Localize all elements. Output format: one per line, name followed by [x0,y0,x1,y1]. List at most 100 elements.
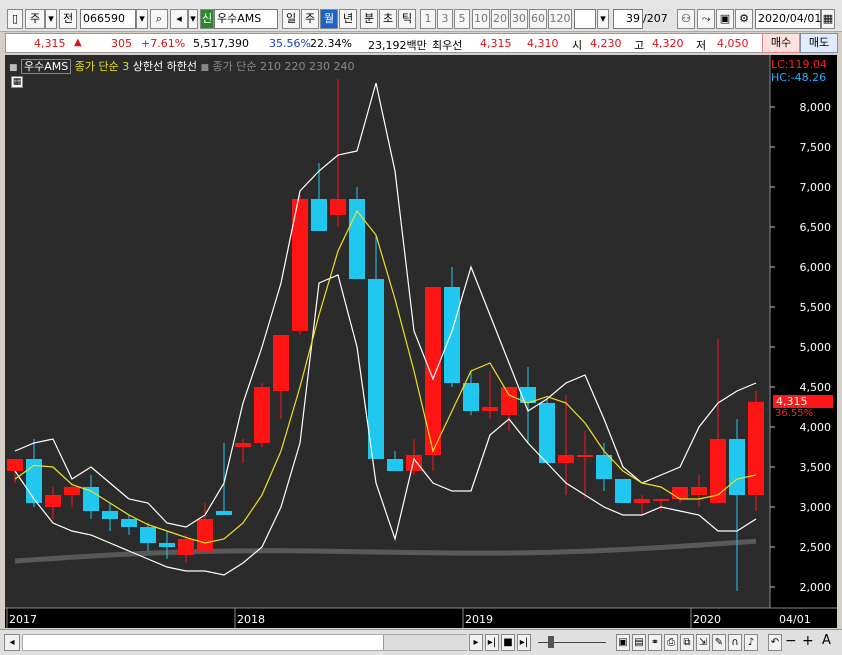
market-select[interactable]: 주 [25,9,45,29]
y-axis: 2,000 2,500 3,000 3,500 4,000 4,500 5,000 5,500… [769,55,832,608]
menu-icon[interactable]: ▯ [7,9,23,29]
current-price: 4,315 [34,37,66,50]
y-tick-label: 8,000 [800,101,832,114]
tab-month[interactable]: 월 [320,9,338,29]
candle-body [121,519,137,527]
count-input[interactable] [574,9,596,29]
high-label: 고 [634,39,645,52]
tool-icon[interactable]: ✎ [712,634,726,651]
tab-tick[interactable]: 틱 [398,9,416,29]
zoom-in-button[interactable]: + [802,633,814,649]
users-icon[interactable]: ⚇ [677,9,695,29]
scroll-track[interactable] [22,634,467,651]
undo-icon[interactable]: ↶ [768,634,782,651]
code-input[interactable]: 066590 [80,9,136,29]
compare-icon[interactable]: ⚭ [648,634,662,651]
open-label: 시 [572,39,583,52]
candle-body [178,539,194,555]
play-icon[interactable]: ▸ [469,634,483,651]
candle-body [444,287,460,383]
end-icon[interactable]: ▸| [517,634,531,651]
buy-button[interactable]: 매수 [762,33,800,53]
candle-body [64,487,80,495]
hc-indicator: HC:-48.26 [771,71,827,84]
copy-icon[interactable]: ⧉ [680,634,694,651]
candle-body [45,495,61,507]
font-size-button[interactable]: A [822,633,831,648]
chevron-down-icon[interactable]: ▾ [136,9,148,29]
print-icon[interactable]: ⎙ [664,634,678,651]
new-badge: 신 [200,9,214,29]
stop-icon[interactable]: ■ [501,634,515,651]
chart-legend: ■ 우수AMS 종가 단순 3 상한선 하한선 ■ 종가 단순 210 220 … [9,58,354,74]
export-icon[interactable]: ⇲ [696,634,710,651]
count-60[interactable]: 60 [529,9,547,29]
trade-amount: 23,192백만 [368,39,427,52]
legend-long-ma: 종가 단순 210 220 230 240 [212,60,355,73]
grid-icon[interactable]: ▦ [11,76,23,88]
gear-icon[interactable]: ⚙ [735,9,753,29]
price-chart[interactable]: 2,000 2,500 3,000 3,500 4,000 4,500 5,000 5,500… [5,55,837,628]
candle-body [748,401,764,495]
count-1[interactable]: 1 [420,9,436,29]
tab-minute[interactable]: 분 [360,9,378,29]
ratio: 22.34% [310,37,352,50]
calendar-icon[interactable]: ▦ [821,9,835,29]
speaker-icon[interactable]: ◂ [170,9,188,29]
best-bid-2: 4,310 [527,37,559,50]
candle-body [216,511,232,515]
chevron-down-icon[interactable]: ▾ [45,9,57,29]
zoom-out-button[interactable]: − [785,633,797,649]
step-icon[interactable]: ▸| [485,634,499,651]
x-tick-label: 2019 [465,613,493,626]
sell-button[interactable]: 매도 [800,33,838,53]
candle-body [539,403,555,463]
chevron-down-icon[interactable]: ▾ [188,9,198,29]
chevron-down-icon[interactable]: ▾ [597,9,609,29]
y-tick-label: 7,000 [800,181,832,194]
open-price: 4,230 [590,37,622,50]
legend-upper: 상한선 [132,60,164,73]
candle-body [577,455,593,457]
y-tick-label: 2,000 [800,581,832,594]
candle-body [691,487,707,495]
candlestick-chart[interactable]: 2,000 2,500 3,000 3,500 4,000 4,500 5,000 5,500… [5,55,837,628]
lc-indicator: LC:119.04 [771,58,828,71]
count-5[interactable]: 5 [454,9,470,29]
scope-button[interactable]: 전 [59,9,77,29]
layout-icon[interactable]: ▤ [632,634,646,651]
candle-body [710,439,726,503]
tab-second[interactable]: 초 [379,9,397,29]
y-tick-label: 6,000 [800,261,832,274]
best-bid-label: 최우선 [432,39,463,52]
volume: 5,517,390 [193,37,249,50]
stock-name-field[interactable]: 우수AMS [214,9,278,29]
legend-stock-name: 우수AMS [21,59,72,74]
window-icon[interactable]: ▣ [616,634,630,651]
chart-icon[interactable]: ⤳ [697,9,715,29]
tab-day[interactable]: 일 [282,9,300,29]
date-input[interactable]: 2020/04/01 [755,9,821,29]
scroll-thumb[interactable] [383,635,467,650]
count-20[interactable]: 20 [491,9,509,29]
best-bid-1: 4,315 [480,37,512,50]
candle-body [634,499,650,503]
x-tick-label: 2018 [237,613,265,626]
zoom-slider[interactable] [538,636,606,648]
magnet-icon[interactable]: ∩ [728,634,742,651]
price-change-pct: +7.61% [141,37,186,50]
count-10[interactable]: 10 [472,9,490,29]
search-icon[interactable]: ⌕ [150,9,168,29]
count-120[interactable]: 120 [548,9,572,29]
save-icon[interactable]: ▣ [716,9,734,29]
x-tick-label: 2017 [9,613,37,626]
low-label: 저 [696,39,707,52]
count-30[interactable]: 30 [510,9,528,29]
candle-body [501,387,517,415]
scroll-left-icon[interactable]: ◂ [4,634,20,651]
tab-week[interactable]: 주 [301,9,319,29]
count-3[interactable]: 3 [437,9,453,29]
tab-year[interactable]: 년 [339,9,357,29]
range-input[interactable]: 39 [613,9,643,29]
bell-icon[interactable]: ♪ [744,634,758,651]
